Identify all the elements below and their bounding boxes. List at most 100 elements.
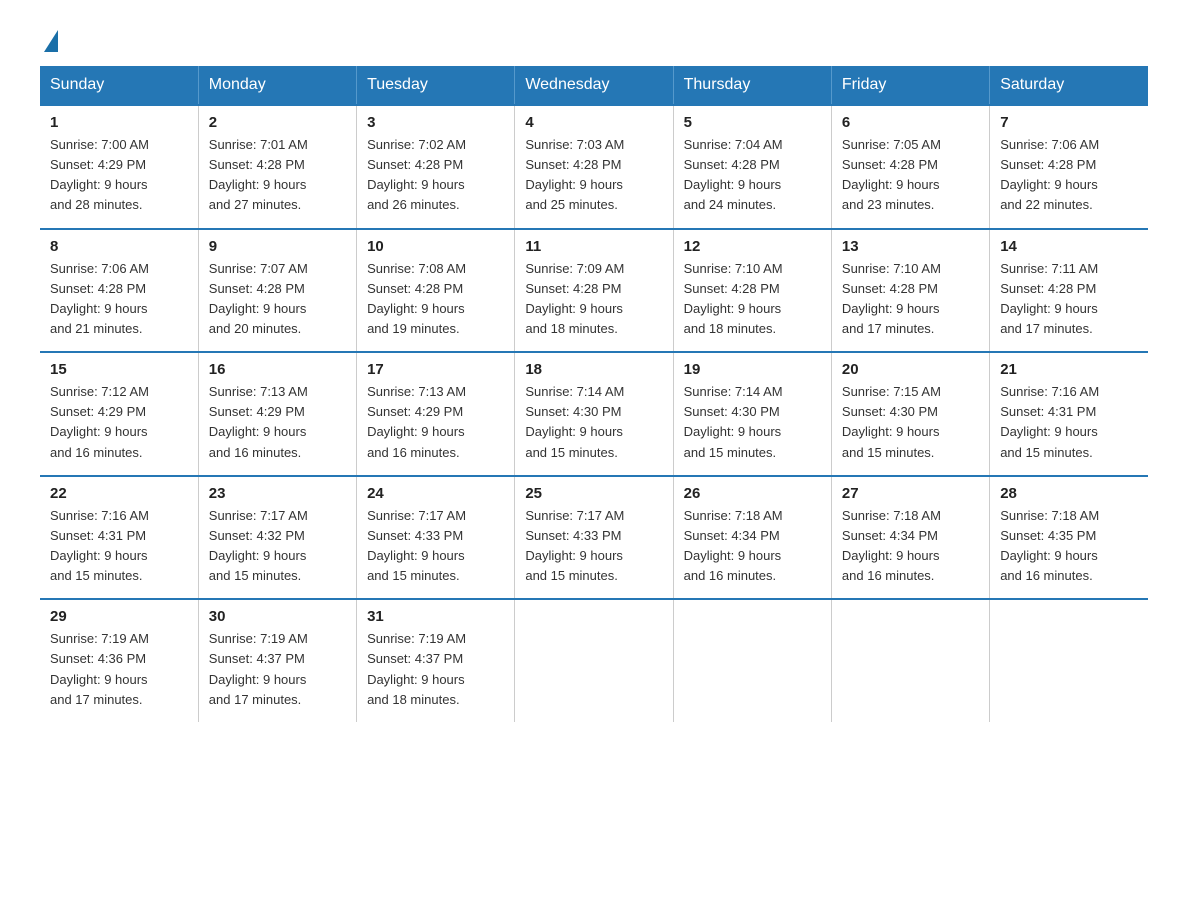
day-info: Sunrise: 7:09 AMSunset: 4:28 PMDaylight:… <box>525 259 662 340</box>
calendar-cell: 21 Sunrise: 7:16 AMSunset: 4:31 PMDayligh… <box>990 352 1148 476</box>
day-number: 2 <box>209 114 346 131</box>
day-number: 16 <box>209 361 346 378</box>
day-info: Sunrise: 7:07 AMSunset: 4:28 PMDaylight:… <box>209 259 346 340</box>
day-number: 6 <box>842 114 979 131</box>
calendar-cell: 14 Sunrise: 7:11 AMSunset: 4:28 PMDayligh… <box>990 229 1148 353</box>
calendar-cell: 18 Sunrise: 7:14 AMSunset: 4:30 PMDayligh… <box>515 352 673 476</box>
calendar-cell: 5Sunrise: 7:04 AMSunset: 4:28 PMDaylight… <box>673 105 831 229</box>
calendar-cell: 27Sunrise: 7:18 AMSunset: 4:34 PMDayligh… <box>831 476 989 600</box>
day-info: Sunrise: 7:03 AMSunset: 4:28 PMDaylight:… <box>525 135 662 216</box>
calendar-cell: 4 Sunrise: 7:03 AMSunset: 4:28 PMDaylight… <box>515 105 673 229</box>
day-info: Sunrise: 7:05 AMSunset: 4:28 PMDaylight:… <box>842 135 979 216</box>
calendar-cell: 30Sunrise: 7:19 AMSunset: 4:37 PMDayligh… <box>198 599 356 722</box>
day-info: Sunrise: 7:18 AMSunset: 4:35 PMDaylight:… <box>1000 506 1138 587</box>
day-info: Sunrise: 7:18 AMSunset: 4:34 PMDaylight:… <box>842 506 979 587</box>
calendar-cell: 20 Sunrise: 7:15 AMSunset: 4:30 PMDayligh… <box>831 352 989 476</box>
day-info: Sunrise: 7:11 AMSunset: 4:28 PMDaylight:… <box>1000 259 1138 340</box>
day-number: 7 <box>1000 114 1138 131</box>
logo-general-text <box>40 30 58 52</box>
day-info: Sunrise: 7:08 AMSunset: 4:28 PMDaylight:… <box>367 259 504 340</box>
day-info: Sunrise: 7:13 AMSunset: 4:29 PMDaylight:… <box>209 382 346 463</box>
calendar-cell: 7 Sunrise: 7:06 AMSunset: 4:28 PMDaylight… <box>990 105 1148 229</box>
calendar-cell: 6 Sunrise: 7:05 AMSunset: 4:28 PMDaylight… <box>831 105 989 229</box>
day-info: Sunrise: 7:16 AMSunset: 4:31 PMDaylight:… <box>50 506 188 587</box>
calendar-cell <box>990 599 1148 722</box>
day-info: Sunrise: 7:18 AMSunset: 4:34 PMDaylight:… <box>684 506 821 587</box>
day-number: 14 <box>1000 238 1138 255</box>
day-number: 24 <box>367 485 504 502</box>
calendar-cell: 22Sunrise: 7:16 AMSunset: 4:31 PMDayligh… <box>40 476 198 600</box>
day-number: 5 <box>684 114 821 131</box>
day-number: 1 <box>50 114 188 131</box>
calendar-cell: 3Sunrise: 7:02 AMSunset: 4:28 PMDaylight… <box>357 105 515 229</box>
day-info: Sunrise: 7:10 AMSunset: 4:28 PMDaylight:… <box>842 259 979 340</box>
calendar-cell: 19 Sunrise: 7:14 AMSunset: 4:30 PMDayligh… <box>673 352 831 476</box>
day-number: 15 <box>50 361 188 378</box>
day-info: Sunrise: 7:01 AMSunset: 4:28 PMDaylight:… <box>209 135 346 216</box>
calendar-cell: 31 Sunrise: 7:19 AMSunset: 4:37 PMDayligh… <box>357 599 515 722</box>
calendar-cell: 8 Sunrise: 7:06 AMSunset: 4:28 PMDaylight… <box>40 229 198 353</box>
day-number: 21 <box>1000 361 1138 378</box>
day-info: Sunrise: 7:06 AMSunset: 4:28 PMDaylight:… <box>50 259 188 340</box>
calendar-cell: 17 Sunrise: 7:13 AMSunset: 4:29 PMDayligh… <box>357 352 515 476</box>
day-info: Sunrise: 7:15 AMSunset: 4:30 PMDaylight:… <box>842 382 979 463</box>
day-info: Sunrise: 7:17 AMSunset: 4:33 PMDaylight:… <box>367 506 504 587</box>
calendar-cell: 16 Sunrise: 7:13 AMSunset: 4:29 PMDayligh… <box>198 352 356 476</box>
day-number: 31 <box>367 608 504 625</box>
day-number: 4 <box>525 114 662 131</box>
day-number: 18 <box>525 361 662 378</box>
calendar-cell: 12Sunrise: 7:10 AMSunset: 4:28 PMDayligh… <box>673 229 831 353</box>
weekday-header-monday: Monday <box>198 66 356 105</box>
calendar-cell: 15 Sunrise: 7:12 AMSunset: 4:29 PMDayligh… <box>40 352 198 476</box>
calendar-cell: 9 Sunrise: 7:07 AMSunset: 4:28 PMDaylight… <box>198 229 356 353</box>
day-number: 3 <box>367 114 504 131</box>
weekday-header-thursday: Thursday <box>673 66 831 105</box>
day-number: 19 <box>684 361 821 378</box>
calendar-cell <box>515 599 673 722</box>
day-number: 10 <box>367 238 504 255</box>
day-info: Sunrise: 7:19 AMSunset: 4:37 PMDaylight:… <box>209 629 346 710</box>
calendar-cell: 29Sunrise: 7:19 AMSunset: 4:36 PMDayligh… <box>40 599 198 722</box>
day-number: 9 <box>209 238 346 255</box>
day-number: 26 <box>684 485 821 502</box>
page-header <box>40 30 1148 46</box>
calendar-cell: 28 Sunrise: 7:18 AMSunset: 4:35 PMDayligh… <box>990 476 1148 600</box>
day-number: 8 <box>50 238 188 255</box>
calendar-cell: 26 Sunrise: 7:18 AMSunset: 4:34 PMDayligh… <box>673 476 831 600</box>
day-info: Sunrise: 7:17 AMSunset: 4:33 PMDaylight:… <box>525 506 662 587</box>
logo <box>40 30 58 46</box>
weekday-header-saturday: Saturday <box>990 66 1148 105</box>
calendar-week-row: 22Sunrise: 7:16 AMSunset: 4:31 PMDayligh… <box>40 476 1148 600</box>
day-info: Sunrise: 7:19 AMSunset: 4:36 PMDaylight:… <box>50 629 188 710</box>
calendar-cell: 23Sunrise: 7:17 AMSunset: 4:32 PMDayligh… <box>198 476 356 600</box>
weekday-header-row: SundayMondayTuesdayWednesdayThursdayFrid… <box>40 66 1148 105</box>
logo-triangle-icon <box>44 30 58 52</box>
day-info: Sunrise: 7:13 AMSunset: 4:29 PMDaylight:… <box>367 382 504 463</box>
calendar-week-row: 15 Sunrise: 7:12 AMSunset: 4:29 PMDayligh… <box>40 352 1148 476</box>
day-number: 23 <box>209 485 346 502</box>
weekday-header-tuesday: Tuesday <box>357 66 515 105</box>
calendar-cell <box>831 599 989 722</box>
calendar-cell: 2 Sunrise: 7:01 AMSunset: 4:28 PMDaylight… <box>198 105 356 229</box>
day-number: 25 <box>525 485 662 502</box>
day-number: 11 <box>525 238 662 255</box>
calendar-cell: 10 Sunrise: 7:08 AMSunset: 4:28 PMDayligh… <box>357 229 515 353</box>
day-info: Sunrise: 7:12 AMSunset: 4:29 PMDaylight:… <box>50 382 188 463</box>
calendar-cell: 11 Sunrise: 7:09 AMSunset: 4:28 PMDayligh… <box>515 229 673 353</box>
day-number: 17 <box>367 361 504 378</box>
weekday-header-sunday: Sunday <box>40 66 198 105</box>
calendar-cell: 13Sunrise: 7:10 AMSunset: 4:28 PMDayligh… <box>831 229 989 353</box>
day-info: Sunrise: 7:16 AMSunset: 4:31 PMDaylight:… <box>1000 382 1138 463</box>
day-info: Sunrise: 7:06 AMSunset: 4:28 PMDaylight:… <box>1000 135 1138 216</box>
day-info: Sunrise: 7:14 AMSunset: 4:30 PMDaylight:… <box>525 382 662 463</box>
calendar-week-row: 8 Sunrise: 7:06 AMSunset: 4:28 PMDaylight… <box>40 229 1148 353</box>
day-number: 20 <box>842 361 979 378</box>
day-number: 28 <box>1000 485 1138 502</box>
day-info: Sunrise: 7:10 AMSunset: 4:28 PMDaylight:… <box>684 259 821 340</box>
day-info: Sunrise: 7:00 AMSunset: 4:29 PMDaylight:… <box>50 135 188 216</box>
day-info: Sunrise: 7:14 AMSunset: 4:30 PMDaylight:… <box>684 382 821 463</box>
calendar-week-row: 1 Sunrise: 7:00 AMSunset: 4:29 PMDaylight… <box>40 105 1148 229</box>
calendar-cell <box>673 599 831 722</box>
calendar-table: SundayMondayTuesdayWednesdayThursdayFrid… <box>40 66 1148 722</box>
day-info: Sunrise: 7:19 AMSunset: 4:37 PMDaylight:… <box>367 629 504 710</box>
